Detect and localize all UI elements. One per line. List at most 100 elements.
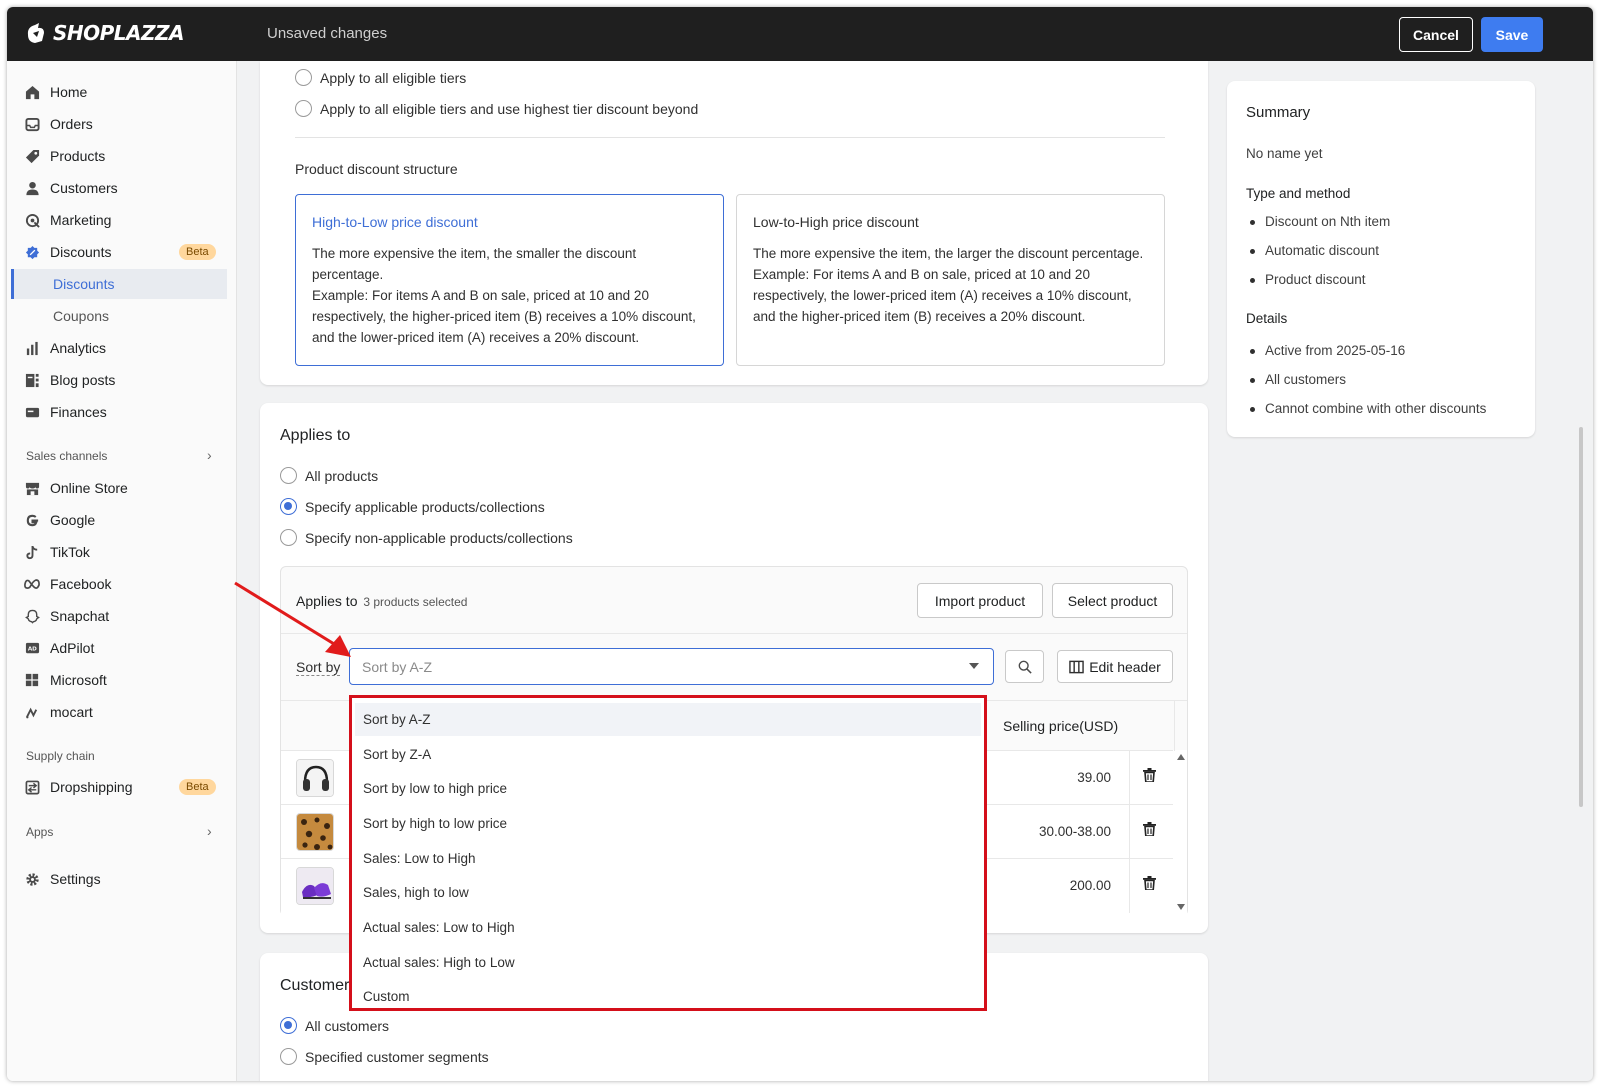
sort-option-z-a[interactable]: Sort by Z-A: [355, 738, 981, 771]
unsaved-status: Unsaved changes: [267, 25, 388, 42]
sidebar-item-customers[interactable]: Customers: [7, 173, 237, 203]
page-scrollbar[interactable]: [1579, 427, 1583, 807]
radio-button[interactable]: [280, 529, 297, 546]
sidebar-item-blog-posts[interactable]: Blog posts: [7, 365, 237, 395]
sidebar-item-snapchat[interactable]: Snapchat: [7, 601, 237, 631]
radio-button[interactable]: [280, 467, 297, 484]
trash-icon: [1143, 822, 1156, 837]
high-to-low-option[interactable]: High-to-Low price discount The more expe…: [295, 194, 724, 366]
shoplazza-logo: SHOPLAZZA: [25, 21, 185, 45]
sort-option-price-desc[interactable]: Sort by high to low price: [355, 807, 981, 840]
sidebar: Home Orders Products Customers Marketing…: [7, 61, 237, 1081]
scroll-down-icon[interactable]: [1177, 904, 1185, 910]
product-thumbnail-leopard-print: [296, 813, 334, 851]
sidebar-item-adpilot[interactable]: AD AdPilot: [7, 633, 237, 663]
chevron-right-icon[interactable]: ›: [207, 823, 212, 839]
radio-button[interactable]: [295, 100, 312, 117]
search-button[interactable]: [1005, 650, 1044, 683]
applies-option-specify[interactable]: Specify applicable products/collections: [280, 498, 545, 515]
table-scrollbar[interactable]: [1175, 750, 1187, 916]
radio-button-selected[interactable]: [280, 1017, 297, 1034]
row-price: 30.00-38.00: [1038, 824, 1111, 839]
gear-icon: [24, 871, 40, 887]
sidebar-item-label: mocart: [50, 704, 93, 720]
sidebar-subitem-coupons[interactable]: Coupons: [7, 301, 237, 331]
sidebar-item-mocart[interactable]: mocart: [7, 697, 237, 727]
divider: [1174, 701, 1175, 751]
sidebar-item-label: Google: [50, 512, 96, 528]
sort-option-actual-sales-asc[interactable]: Actual sales: Low to High: [355, 911, 981, 944]
cancel-button[interactable]: Cancel: [1399, 17, 1473, 52]
sidebar-item-analytics[interactable]: Analytics: [7, 333, 237, 363]
beta-badge: Beta: [179, 244, 216, 260]
customer-option-all[interactable]: All customers: [280, 1017, 389, 1034]
tier-option-highest[interactable]: Apply to all eligible tiers and use high…: [295, 100, 698, 117]
customer-option-segments[interactable]: Specified customer segments: [280, 1048, 489, 1065]
high-to-low-example: Example: For items A and B on sale, pric…: [312, 288, 696, 345]
tier-option-all[interactable]: Apply to all eligible tiers: [295, 69, 466, 86]
sidebar-item-facebook[interactable]: Facebook: [7, 569, 237, 599]
columns-icon: [1069, 660, 1084, 673]
radio-button[interactable]: [280, 1048, 297, 1065]
sidebar-item-label: Home: [50, 84, 88, 100]
sidebar-item-marketing[interactable]: Marketing: [7, 205, 237, 235]
customer-option-label: All customers: [305, 1017, 390, 1034]
summary-details-item: Cannot combine with other discounts: [1246, 401, 1486, 416]
chevron-right-icon[interactable]: ›: [207, 447, 212, 463]
applies-option-all[interactable]: All products: [280, 467, 378, 484]
delete-row-button[interactable]: [1143, 876, 1156, 893]
dropshipping-icon: [24, 779, 40, 795]
sort-option-price-asc[interactable]: Sort by low to high price: [355, 772, 981, 805]
sidebar-item-label: TikTok: [50, 544, 90, 560]
edit-header-button[interactable]: Edit header: [1057, 650, 1173, 683]
sidebar-item-google[interactable]: Google: [7, 505, 237, 535]
applies-option-label: All products: [305, 467, 379, 484]
summary-card: Summary No name yet Type and method Disc…: [1227, 81, 1535, 437]
blog-icon: [24, 372, 40, 388]
sidebar-item-label: Online Store: [50, 480, 128, 496]
sidebar-item-label: Marketing: [50, 212, 112, 228]
radio-button[interactable]: [295, 69, 312, 86]
sidebar-item-home[interactable]: Home: [7, 77, 237, 107]
applies-option-exclude[interactable]: Specify non-applicable products/collecti…: [280, 529, 573, 546]
sidebar-item-online-store[interactable]: Online Store: [7, 473, 237, 503]
sidebar-item-finances[interactable]: Finances: [7, 397, 237, 427]
sidebar-item-microsoft[interactable]: Microsoft: [7, 665, 237, 695]
select-product-button[interactable]: Select product: [1052, 583, 1173, 618]
summary-type-item: Discount on Nth item: [1246, 214, 1390, 229]
delete-row-button[interactable]: [1143, 822, 1156, 839]
summary-type-item: Automatic discount: [1246, 243, 1379, 258]
radio-button-selected[interactable]: [280, 498, 297, 515]
delete-row-button[interactable]: [1143, 768, 1156, 785]
save-button[interactable]: Save: [1481, 17, 1543, 52]
applies-to-title: Applies to: [280, 427, 351, 444]
summary-name: No name yet: [1246, 146, 1323, 161]
meta-icon: [24, 576, 40, 592]
sort-option-sales-desc[interactable]: Sales, high to low: [355, 876, 981, 909]
sort-option-sales-asc[interactable]: Sales: Low to High: [355, 842, 981, 875]
scroll-up-icon[interactable]: [1177, 754, 1185, 760]
sidebar-subitem-discounts[interactable]: Discounts: [11, 269, 227, 299]
sort-option-actual-sales-desc[interactable]: Actual sales: High to Low: [355, 946, 981, 979]
row-price: 200.00: [1069, 878, 1111, 893]
home-icon: [24, 84, 40, 100]
product-thumbnail-headphones: [296, 759, 334, 797]
sort-option-a-z[interactable]: Sort by A-Z: [355, 703, 981, 736]
sidebar-item-products[interactable]: Products: [7, 141, 237, 171]
sidebar-item-settings[interactable]: Settings: [7, 864, 237, 894]
sidebar-item-orders[interactable]: Orders: [7, 109, 237, 139]
annotation-arrow-icon: [234, 581, 351, 657]
sort-select[interactable]: Sort by A-Z: [349, 648, 994, 685]
sidebar-item-label: AdPilot: [50, 640, 95, 656]
low-to-high-option[interactable]: Low-to-High price discount The more expe…: [736, 194, 1165, 366]
import-product-button[interactable]: Import product: [917, 583, 1043, 618]
mocart-icon: [24, 704, 40, 720]
sort-option-custom[interactable]: Custom: [355, 980, 981, 1013]
sidebar-item-dropshipping[interactable]: Dropshipping Beta: [7, 772, 237, 802]
sidebar-item-tiktok[interactable]: TikTok: [7, 537, 237, 567]
sidebar-item-discounts[interactable]: Discounts Beta: [7, 237, 237, 267]
structure-label: Product discount structure: [295, 161, 458, 177]
col-selling-price: Selling price(USD): [1003, 718, 1119, 734]
top-bar: SHOPLAZZA Unsaved changes Cancel Save: [7, 7, 1593, 61]
sidebar-item-label: Dropshipping: [50, 779, 133, 795]
